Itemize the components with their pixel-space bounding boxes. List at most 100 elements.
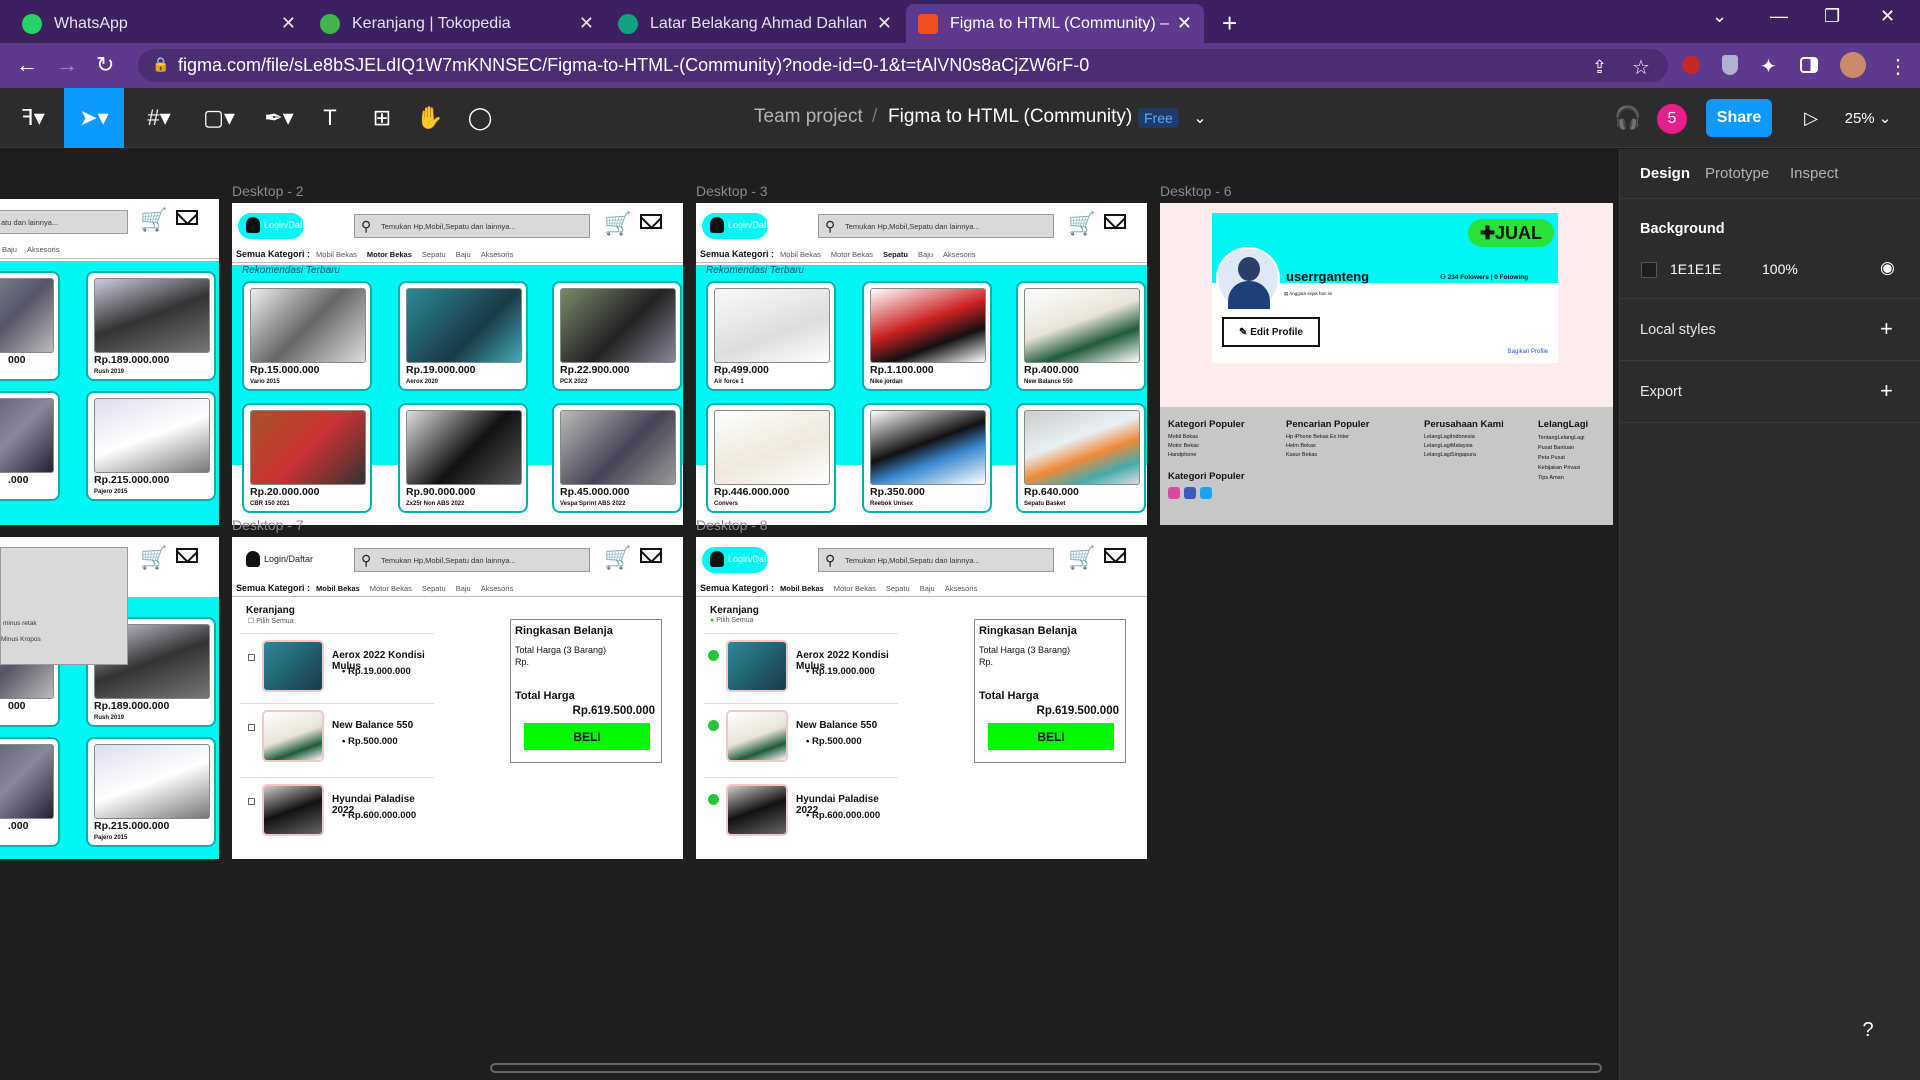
cart-item[interactable]: Aerox 2022 Kondisi Mulus • Rp.19.000.000 bbox=[240, 633, 434, 697]
product-card[interactable]: Rp.1.100.000 Nike jordan bbox=[862, 281, 992, 391]
tab-design[interactable]: Design bbox=[1640, 165, 1690, 182]
new-tab-button[interactable]: + bbox=[1222, 8, 1237, 39]
comment-tool-icon[interactable]: ◯ bbox=[460, 88, 500, 148]
select-all[interactable]: ● Pilih Semua bbox=[710, 617, 754, 624]
login-button[interactable]: Login/Daftar bbox=[238, 547, 313, 573]
frame-label[interactable]: Desktop - 7 bbox=[232, 517, 304, 533]
buy-button[interactable]: BELI bbox=[988, 723, 1114, 750]
cat-item[interactable]: Baju bbox=[918, 250, 933, 259]
product-card[interactable]: .000 bbox=[0, 391, 60, 501]
mail-icon[interactable] bbox=[1104, 548, 1126, 563]
cart-item[interactable]: Hyundai Paladise 2022 • Rp.600.000.000 bbox=[240, 777, 434, 841]
pen-tool-icon[interactable]: ✒▾ bbox=[254, 88, 304, 148]
footer-link[interactable]: Handphone bbox=[1168, 451, 1245, 460]
product-card[interactable]: Rp.350.000 Reebok Unisex bbox=[862, 403, 992, 513]
minimize-icon[interactable]: — bbox=[1770, 6, 1788, 27]
footer-link[interactable]: LelangLagiSingapura bbox=[1424, 451, 1504, 460]
footer-link[interactable]: Hp iPhone Bekas Ex Inter bbox=[1286, 433, 1369, 442]
product-card[interactable]: Rp.400.000 New Balance 550 bbox=[1016, 281, 1146, 391]
maximize-icon[interactable]: ❐ bbox=[1824, 6, 1840, 27]
figma-canvas[interactable]: atu dan lainnya... 🛒 Baju Aksesoris 000 R… bbox=[0, 149, 1619, 1080]
tab-prototype[interactable]: Prototype bbox=[1705, 165, 1769, 182]
cat-item[interactable]: Motor Bekas bbox=[367, 250, 412, 259]
cat-item[interactable]: Aksesoris bbox=[27, 245, 60, 254]
add-style-icon[interactable]: + bbox=[1880, 316, 1893, 342]
product-card[interactable]: Rp.22.900.000 PCX 2022 bbox=[552, 281, 682, 391]
twitter-icon[interactable] bbox=[1200, 487, 1212, 499]
instagram-icon[interactable] bbox=[1168, 487, 1180, 499]
hand-tool-icon[interactable]: ✋ bbox=[410, 88, 450, 148]
bookmark-star-icon[interactable]: ☆ bbox=[1632, 55, 1650, 79]
product-card[interactable]: Rp.215.000.000 Pajero 2015 bbox=[86, 391, 216, 501]
cat-item[interactable]: Sepatu bbox=[422, 250, 446, 259]
reload-icon[interactable]: ↻ bbox=[96, 52, 114, 78]
cart-item[interactable]: Aerox 2022 Kondisi Mulus • Rp.19.000.000 bbox=[704, 633, 898, 697]
product-card[interactable]: Rp.640.000 Sepatu Basket bbox=[1016, 403, 1146, 513]
mail-icon[interactable] bbox=[1104, 214, 1126, 229]
plan-badge[interactable]: Free bbox=[1138, 108, 1179, 128]
help-button[interactable]: ? bbox=[1846, 1008, 1890, 1052]
cart-icon[interactable]: 🛒 bbox=[1068, 211, 1095, 237]
more-icon[interactable]: ⋮ bbox=[1888, 54, 1908, 78]
frame-label[interactable]: Desktop - 6 bbox=[1160, 183, 1232, 199]
forward-icon[interactable]: → bbox=[56, 52, 78, 78]
search-input[interactable]: ⚲ Temukan Hp,Mobil,Sepatu dan lainnya... bbox=[354, 548, 590, 572]
background-opacity[interactable]: 100% bbox=[1762, 261, 1798, 277]
footer-link[interactable]: Mobil Bekas bbox=[1168, 433, 1245, 442]
login-button[interactable]: Login/Daftar bbox=[238, 213, 313, 239]
cat-item[interactable]: Motor Bekas bbox=[370, 584, 412, 593]
footer-link[interactable]: LelangLagiMalaysia bbox=[1424, 442, 1504, 451]
sidebar-icon[interactable] bbox=[1800, 57, 1818, 73]
select-all[interactable]: ☐ Pilih Semua bbox=[248, 617, 294, 625]
cat-item[interactable]: Baju bbox=[2, 245, 17, 254]
move-tool-icon[interactable]: ➤▾ bbox=[64, 88, 124, 148]
cat-item[interactable]: Motor Bekas bbox=[834, 584, 876, 593]
product-card[interactable]: Rp.189.000.000 Rush 2019 bbox=[86, 271, 216, 381]
horizontal-scrollbar[interactable] bbox=[490, 1063, 1602, 1073]
cat-item[interactable]: Baju bbox=[456, 584, 471, 593]
mail-icon[interactable] bbox=[176, 548, 198, 563]
tab-figma[interactable]: Figma to HTML (Community) – Fi ✕ bbox=[906, 4, 1204, 43]
extension-icon[interactable] bbox=[1682, 56, 1700, 74]
cat-item[interactable]: Aksesoris bbox=[945, 584, 978, 593]
frame-desktop-6[interactable]: ✚ JUAL userrganteng ⚇ 234 Folowers | 0 Fo… bbox=[1160, 203, 1613, 525]
headphones-icon[interactable]: 🎧 bbox=[1610, 88, 1646, 148]
facebook-icon[interactable] bbox=[1184, 487, 1196, 499]
cat-item[interactable]: Mobil Bekas bbox=[780, 250, 821, 259]
cart-icon[interactable]: 🛒 bbox=[604, 211, 631, 237]
check-icon[interactable] bbox=[708, 650, 719, 661]
tab-whatsapp[interactable]: WhatsApp ✕ bbox=[10, 4, 308, 43]
product-card[interactable]: Rp.19.000.000 Aerox 2020 bbox=[398, 281, 528, 391]
color-swatch[interactable] bbox=[1641, 262, 1657, 278]
frame-label[interactable]: Desktop - 2 bbox=[232, 183, 304, 199]
search-input[interactable]: atu dan lainnya... bbox=[0, 210, 128, 234]
cat-item[interactable]: Sepatu bbox=[886, 584, 910, 593]
close-icon[interactable]: ✕ bbox=[877, 13, 892, 34]
tab-inspect[interactable]: Inspect bbox=[1790, 165, 1838, 182]
search-input[interactable]: ⚲ Temukan Hp,Mobil,Sepatu dan lainnya... bbox=[818, 548, 1054, 572]
share-profile-link[interactable]: Bagikan Profile bbox=[1508, 349, 1548, 355]
check-icon[interactable] bbox=[708, 720, 719, 731]
close-icon[interactable]: ✕ bbox=[579, 13, 594, 34]
cat-item[interactable]: Aksesoris bbox=[943, 250, 976, 259]
back-icon[interactable]: ← bbox=[16, 52, 38, 78]
cat-item[interactable]: Mobil Bekas bbox=[316, 584, 360, 593]
cart-icon[interactable]: 🛒 bbox=[140, 207, 167, 233]
footer-link[interactable]: Helm Bekas bbox=[1286, 442, 1369, 451]
item-checkbox[interactable] bbox=[248, 798, 255, 805]
check-icon[interactable] bbox=[708, 794, 719, 805]
cart-icon[interactable]: 🛒 bbox=[604, 545, 631, 571]
team-breadcrumb[interactable]: Team project bbox=[754, 106, 863, 128]
product-card[interactable]: .000 bbox=[0, 737, 60, 847]
mail-icon[interactable] bbox=[640, 214, 662, 229]
footer-link[interactable]: Tips Aman bbox=[1538, 473, 1588, 483]
product-card[interactable]: 000 bbox=[0, 271, 60, 381]
product-card[interactable]: Rp.45.000.000 Vespa Sprint ABS 2022 bbox=[552, 403, 682, 513]
close-icon[interactable]: ✕ bbox=[1177, 13, 1192, 34]
footer-link[interactable]: Kebijakan Privasi bbox=[1538, 463, 1588, 473]
mail-icon[interactable] bbox=[176, 210, 198, 225]
text-tool-icon[interactable]: T bbox=[312, 88, 348, 148]
share-button[interactable]: Share bbox=[1706, 99, 1772, 137]
puzzle-icon[interactable]: ✦ bbox=[1760, 54, 1777, 78]
frame-desktop-partial-2[interactable]: 🛒 000 Rp.189.000.000 Rush 2019 .000 Rp.21… bbox=[0, 537, 219, 859]
